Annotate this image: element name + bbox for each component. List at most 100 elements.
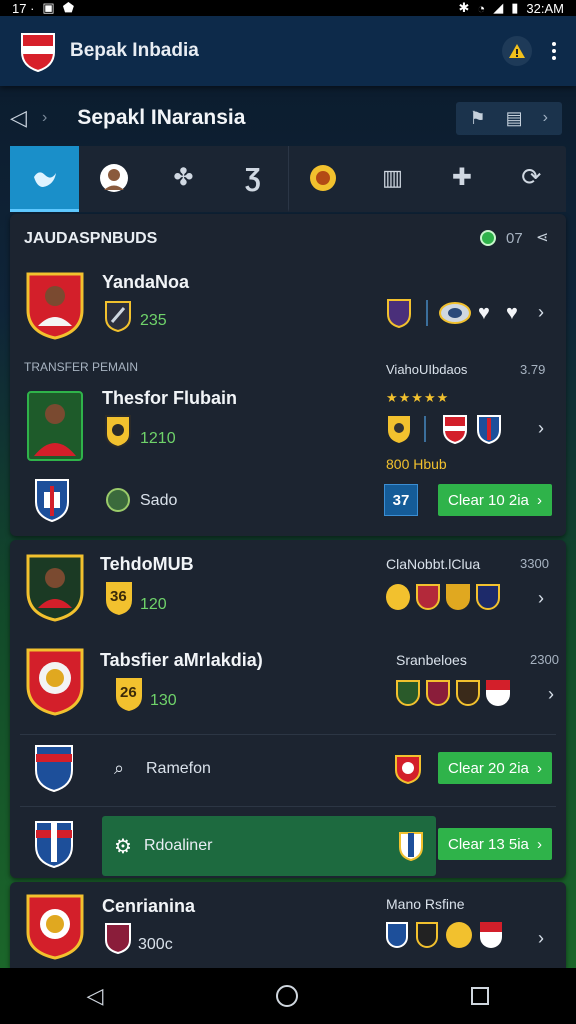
tab-player[interactable] (79, 146, 148, 212)
fleur-icon: ✤ (173, 164, 194, 191)
club1-chevron-icon[interactable]: › (538, 588, 544, 609)
club2-badge: 26 (114, 676, 144, 712)
clear-button-2[interactable]: Clear 20 2ia › (438, 752, 552, 784)
cage-icon: ▥ (382, 164, 403, 190)
subsection-right-label: ViahoUIbdaos (386, 362, 468, 377)
shield-status-icon: ⬟ (62, 0, 75, 15)
club2-crest[interactable] (26, 646, 84, 716)
nav-back-icon[interactable]: ◁ (87, 983, 104, 1009)
club5-name[interactable]: Cenrianina (102, 896, 195, 917)
tab-plane[interactable]: ✚ (427, 146, 496, 212)
club2-right-num: 2300 (530, 652, 559, 667)
badge-blackgold-icon (416, 922, 438, 948)
highlighted-row[interactable]: ⚙ Rdoaliner (102, 816, 436, 876)
club2-chevron-icon[interactable]: › (548, 684, 554, 705)
club2-name[interactable]: Tabsfier aMrlakdia) (100, 650, 263, 671)
club2-badge-text: 26 (120, 684, 137, 701)
player2-label: 800 Hbub (386, 456, 447, 472)
club-list-card: TehdoMUB 36 120 ClaNobbt.lClua 3300 › Ta… (10, 540, 566, 878)
tab-pin[interactable]: Ʒ (218, 146, 289, 212)
club1-badge-text: 36 (110, 588, 127, 605)
badge-roundgold-icon (446, 922, 472, 948)
nav-home-icon[interactable] (276, 985, 299, 1007)
plane-icon: ✚ (451, 164, 472, 191)
transfer-card: JAUDASPNBUDS 07 ⋖ YandaNoa 235 ♥ ♥ › TRA… (10, 214, 566, 536)
app-bar: Bepak Inbadia (0, 16, 576, 86)
club2-badge-row (396, 680, 510, 706)
player2-value: 1210 (140, 430, 176, 447)
club1-crest[interactable] (26, 552, 84, 622)
club5-chevron-icon[interactable]: › (538, 928, 544, 949)
status-left-text: 17 · (12, 0, 35, 16)
page-title: Sepakl INaransia (77, 106, 246, 129)
bird-icon (33, 171, 56, 187)
header-count: 07 (506, 230, 523, 247)
club5-small-crest (105, 923, 131, 954)
player2-name[interactable]: Thesfor Flubain (102, 388, 237, 409)
badge-red-icon (443, 415, 467, 444)
player-photo[interactable] (26, 270, 84, 345)
club5-crest[interactable] (26, 892, 84, 960)
club1-name[interactable]: TehdoMUB (100, 554, 194, 575)
online-status-icon (480, 230, 496, 246)
notification-icon: ▣ (42, 0, 55, 15)
status-bar: 17 · ▣ ⬟ ✱ ◔ ◢ ▮ 32:AM (0, 0, 576, 16)
share-icon[interactable]: ⋖ (536, 228, 549, 246)
tab-refresh[interactable]: ⟳ (497, 146, 566, 212)
club-small-icon (106, 488, 130, 512)
club5-badge-row (386, 922, 502, 948)
tab-bird[interactable] (10, 146, 80, 212)
clear-chevron-icon: › (537, 491, 542, 509)
club3-crest[interactable] (34, 744, 74, 792)
tab-lion-badge[interactable] (289, 146, 358, 212)
category-tabs: ✤ Ʒ ▥ ✚ ⟳ (10, 146, 566, 212)
tab-fleur[interactable]: ✤ (149, 146, 218, 212)
clear-button-1[interactable]: Clear 10 2ia › (438, 484, 552, 516)
subsection-right-num: 3.79 (520, 362, 546, 377)
club4-crest[interactable] (34, 820, 74, 868)
club4-name: Rdoaliner (143, 837, 213, 854)
ball-icon (439, 302, 471, 324)
overflow-menu-button[interactable] (552, 42, 556, 60)
badge-navy-icon (476, 584, 500, 610)
badge-yellow-icon (388, 416, 410, 443)
subsection-label: TRANSFER PEMAIN (24, 360, 139, 374)
club-shield-icon (105, 301, 131, 332)
player1-chevron-icon[interactable]: › (538, 302, 544, 323)
club-crest[interactable] (34, 478, 70, 522)
lion-badge-icon (310, 164, 337, 191)
player-name[interactable]: YandaNoa (102, 272, 189, 293)
player-avatar-icon (100, 163, 129, 192)
forward-chevron-icon[interactable]: › (42, 109, 47, 127)
club-badge-icon (387, 299, 411, 328)
badge-redshield-icon (416, 584, 440, 610)
separator-2 (424, 416, 426, 442)
back-icon[interactable]: ◁ (10, 105, 42, 131)
tab-cage[interactable]: ▥ (358, 146, 427, 212)
player2-chevron-icon[interactable]: › (538, 418, 544, 439)
rating-stars: ★★★★★ (386, 390, 450, 405)
breadcrumb-bar: ◁ › Sepakl INaransia ⚑ ▤ › (10, 96, 566, 140)
club5-right-label: Mano Rsfine (386, 896, 465, 912)
clear-button-1-label: Clear 10 2ia (448, 491, 529, 509)
badge-bluewhite-icon (386, 922, 408, 948)
trash-icon[interactable]: ▤ (506, 108, 523, 129)
player-value: 235 (140, 312, 167, 329)
filter-icon[interactable]: ⚑ (470, 108, 486, 129)
warning-button[interactable] (502, 36, 532, 66)
gauge-icon: ⚙ (114, 835, 132, 858)
next-chevron-icon[interactable]: › (543, 109, 548, 127)
player2-photo[interactable] (26, 390, 84, 467)
clear-button-3[interactable]: Clear 13 5ia › (438, 828, 552, 860)
club-card-bottom: Cenrianina 300c Mano Rsfine › (10, 882, 566, 968)
refresh-icon: ⟳ (521, 164, 542, 191)
club3-small-crest (395, 755, 421, 784)
heart-shield-icon-2: ♥ (506, 302, 518, 324)
club-name[interactable]: Sado (140, 492, 177, 510)
club-shield-icon-2 (105, 415, 131, 448)
nav-recents-icon[interactable] (471, 987, 490, 1005)
club1-badge: 36 (104, 580, 134, 616)
club3-name[interactable]: Ramefon (146, 760, 211, 778)
row-divider-2 (20, 806, 556, 807)
badge-lion-icon (386, 584, 410, 610)
